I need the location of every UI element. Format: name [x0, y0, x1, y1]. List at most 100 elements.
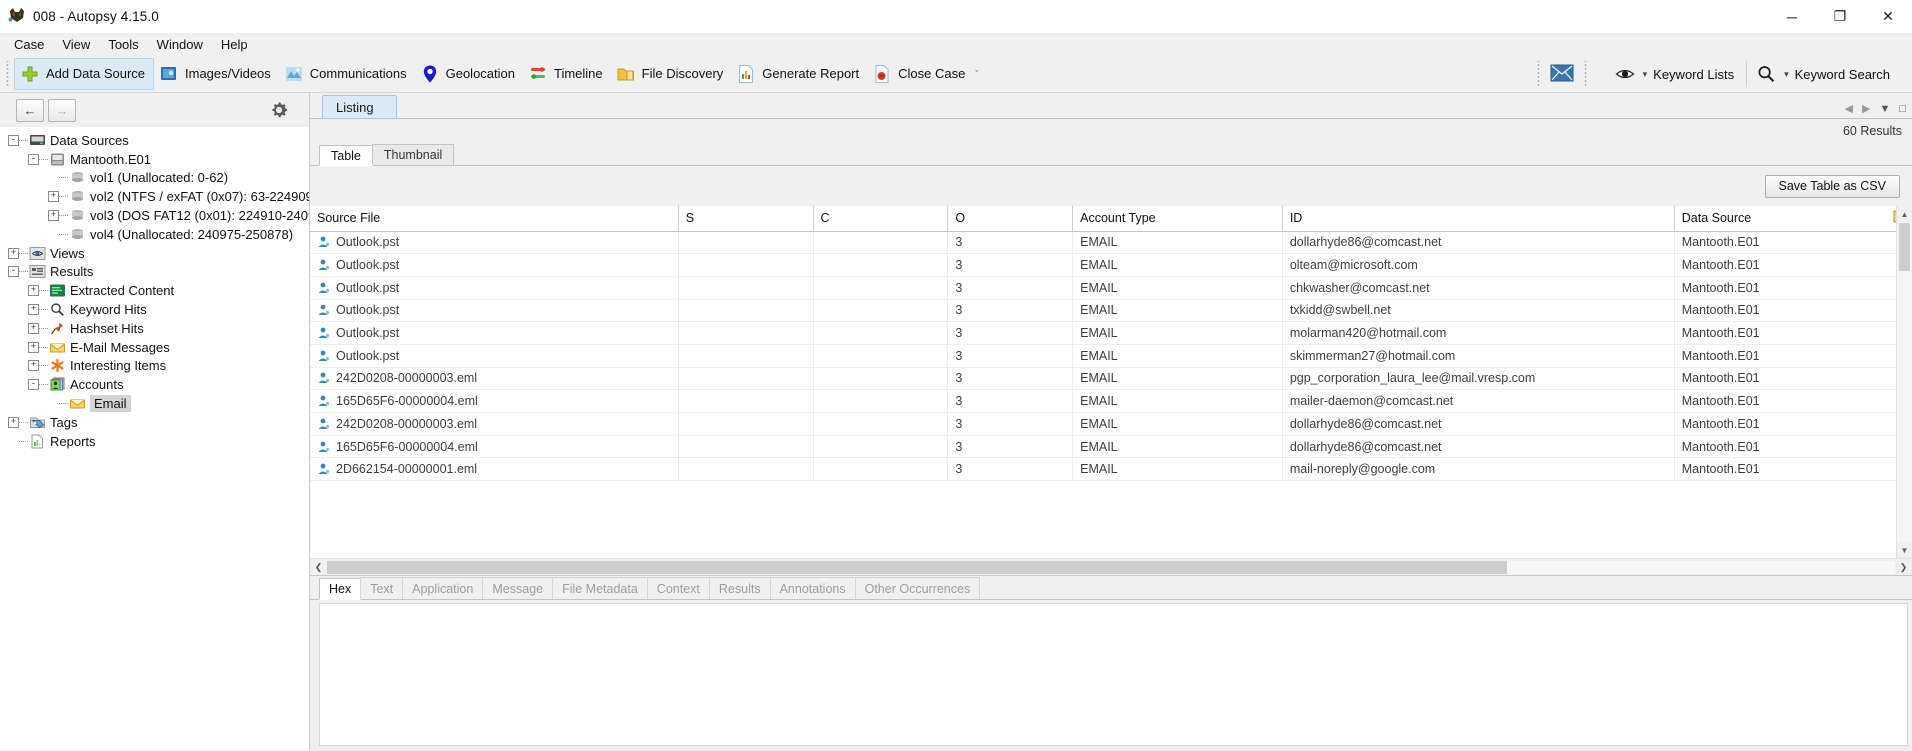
close-case-button[interactable]: Close Case: [867, 58, 973, 90]
save-table-as-csv-button[interactable]: Save Table as CSV: [1764, 174, 1900, 198]
tree-item-keyword-hits[interactable]: + Keyword Hits: [0, 300, 309, 319]
tree-forward-button[interactable]: →: [48, 98, 76, 122]
horizontal-scroll-thumb[interactable]: [327, 560, 1507, 574]
column-header-data-source[interactable]: Data Source: [1674, 206, 1912, 232]
expand-icon[interactable]: +: [48, 210, 59, 222]
table-row[interactable]: 165D65F6-00000004.eml 3 EMAIL mailer-daemon…: [310, 389, 1912, 413]
collapse-icon[interactable]: -: [28, 379, 39, 391]
mail-tool-button[interactable]: [1545, 58, 1578, 90]
expand-icon[interactable]: +: [28, 360, 39, 372]
menu-window[interactable]: Window: [148, 35, 212, 54]
menu-tools[interactable]: Tools: [99, 35, 147, 54]
viewer-tab-file-metadata[interactable]: File Metadata: [552, 577, 648, 599]
table-row[interactable]: Outlook.pst 3 EMAIL olteam@microsoft.com Man…: [310, 253, 1912, 277]
tab-listing[interactable]: Listing: [322, 95, 397, 118]
expand-icon[interactable]: +: [28, 285, 39, 297]
geolocation-button[interactable]: Geolocation: [415, 58, 523, 90]
tree-item-email[interactable]: Email: [0, 394, 309, 413]
expand-icon[interactable]: +: [8, 247, 19, 259]
minimize-button[interactable]: ─: [1768, 0, 1816, 33]
viewer-tab-message[interactable]: Message: [482, 577, 554, 599]
tree-item-vol3-dos-fat12-0x01-224910-240974[interactable]: + vol3 (DOS FAT12 (0x01): 224910-240974): [0, 206, 309, 225]
toolbar-grip[interactable]: [4, 60, 11, 87]
gear-icon[interactable]: [266, 98, 291, 123]
listing-prev-icon[interactable]: ◀: [1845, 102, 1853, 115]
column-header-source-file[interactable]: Source File: [310, 206, 679, 232]
keyword-lists-button[interactable]: ▾ Keyword Lists: [1610, 58, 1742, 90]
table-row[interactable]: Outlook.pst 3 EMAIL chkwasher@comcast.net Ma…: [310, 276, 1912, 300]
column-header-s[interactable]: S: [678, 206, 814, 232]
table-vertical-scrollbar[interactable]: ▲ ▼: [1896, 206, 1912, 558]
expand-icon[interactable]: +: [28, 304, 39, 316]
expand-icon[interactable]: +: [8, 416, 19, 428]
tab-thumbnail[interactable]: Thumbnail: [371, 144, 455, 165]
listing-maximize-icon[interactable]: □: [1899, 103, 1906, 115]
vertical-scroll-thumb[interactable]: [1899, 223, 1910, 271]
tree-item-mantooth-e01[interactable]: - Mantooth.E01: [0, 150, 309, 169]
column-header-c[interactable]: C: [813, 206, 949, 232]
viewer-tab-application[interactable]: Application: [402, 577, 484, 599]
viewer-tab-annotations[interactable]: Annotations: [769, 577, 856, 599]
viewer-tab-context[interactable]: Context: [646, 577, 710, 599]
viewer-tab-results[interactable]: Results: [708, 577, 771, 599]
data-tree[interactable]: - Data Sources - Mantooth.E01 vol1 (Unalloca…: [0, 127, 309, 750]
collapse-icon[interactable]: -: [8, 266, 19, 278]
file-discovery-button[interactable]: File Discovery: [611, 58, 732, 90]
table-row[interactable]: Outlook.pst 3 EMAIL molarman420@hotmail.com…: [310, 321, 1912, 345]
tree-item-accounts[interactable]: - Accounts: [0, 375, 309, 394]
viewer-tab-text[interactable]: Text: [360, 577, 404, 599]
table-row[interactable]: 242D0208-00000003.eml 3 EMAIL pgp_corporati…: [310, 367, 1912, 391]
close-button[interactable]: ✕: [1864, 0, 1912, 33]
listing-dropdown-icon[interactable]: ▼: [1879, 103, 1890, 115]
horizontal-scroll-track[interactable]: [327, 560, 1895, 574]
tree-item-interesting-items[interactable]: + Interesting Items: [0, 357, 309, 376]
tab-table[interactable]: Table: [319, 145, 373, 166]
menu-case[interactable]: Case: [5, 35, 53, 54]
tree-back-button[interactable]: ←: [16, 98, 44, 122]
table-row[interactable]: Outlook.pst 3 EMAIL txkidd@swbell.net Mantoo…: [310, 299, 1912, 323]
images-videos-button[interactable]: Images/Videos: [154, 58, 279, 90]
menu-view[interactable]: View: [53, 35, 99, 54]
scroll-left-arrow[interactable]: ❮: [310, 562, 327, 573]
tree-item-results[interactable]: - Results: [0, 263, 309, 282]
toolbar-grip-keyword[interactable]: [1581, 61, 1589, 87]
toolbar-overflow-chevron[interactable]: ˇ: [975, 69, 978, 79]
table-row[interactable]: 2D662154-00000001.eml 3 EMAIL mail-noreply@…: [310, 457, 1912, 482]
collapse-icon[interactable]: -: [8, 134, 19, 146]
tree-item-vol4-unallocated-240975-250878[interactable]: vol4 (Unallocated: 240975-250878): [0, 225, 309, 244]
tree-item-tags[interactable]: + Tags: [0, 413, 309, 432]
expand-icon[interactable]: +: [28, 322, 39, 334]
table-horizontal-scrollbar[interactable]: ❮ ❯: [310, 558, 1912, 575]
listing-next-icon[interactable]: ▶: [1862, 102, 1870, 115]
table-row[interactable]: 242D0208-00000003.eml 3 EMAIL dollarhyde86@…: [310, 412, 1912, 436]
viewer-tab-hex[interactable]: Hex: [319, 578, 362, 600]
collapse-icon[interactable]: -: [28, 153, 39, 165]
tree-item-e-mail-messages[interactable]: + E-Mail Messages: [0, 338, 309, 357]
add-data-source-button[interactable]: Add Data Source: [14, 57, 155, 90]
communications-button[interactable]: Communications: [279, 58, 415, 90]
timeline-button[interactable]: Timeline: [523, 58, 611, 90]
table-row[interactable]: Outlook.pst 3 EMAIL skimmerman27@hotmail.co…: [310, 344, 1912, 368]
table-row[interactable]: Outlook.pst 3 EMAIL dollarhyde86@comcast.ne…: [310, 231, 1912, 255]
toolbar-grip-mail[interactable]: [1534, 61, 1542, 87]
tree-item-hashset-hits[interactable]: + Hashset Hits: [0, 319, 309, 338]
tree-item-reports[interactable]: Reports: [0, 432, 309, 451]
scroll-down-arrow[interactable]: ▼: [1897, 542, 1912, 558]
generate-report-button[interactable]: Generate Report: [731, 58, 867, 90]
column-header-id[interactable]: ID: [1282, 206, 1675, 232]
column-header-account-type[interactable]: Account Type: [1072, 206, 1283, 232]
expand-icon[interactable]: +: [48, 191, 59, 203]
tree-item-data-sources[interactable]: - Data Sources: [0, 131, 309, 150]
tree-item-views[interactable]: + Views: [0, 244, 309, 263]
tree-item-vol2-ntfs-exfat-0x07-63-224909[interactable]: + vol2 (NTFS / exFAT (0x07): 63-224909): [0, 187, 309, 206]
table-row[interactable]: 165D65F6-00000004.eml 3 EMAIL dollarhyde86@…: [310, 435, 1912, 459]
scroll-up-arrow[interactable]: ▲: [1897, 206, 1912, 222]
menu-help[interactable]: Help: [212, 35, 257, 54]
maximize-button[interactable]: ❐: [1816, 0, 1864, 33]
viewer-tab-other-occurrences[interactable]: Other Occurrences: [854, 577, 981, 599]
scroll-right-arrow[interactable]: ❯: [1895, 562, 1912, 573]
column-header-o[interactable]: O: [947, 206, 1074, 232]
tree-item-vol1-unallocated-0-62[interactable]: vol1 (Unallocated: 0-62): [0, 169, 309, 188]
tree-item-extracted-content[interactable]: + Extracted Content: [0, 281, 309, 300]
expand-icon[interactable]: +: [28, 341, 39, 353]
